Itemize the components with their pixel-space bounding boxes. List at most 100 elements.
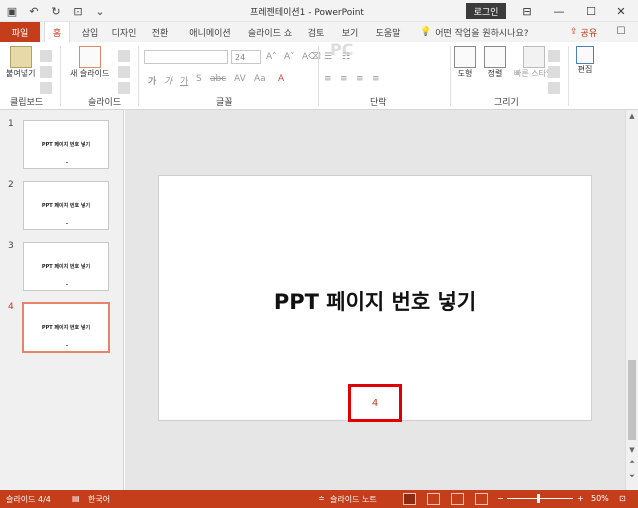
align-center-icon[interactable]: ≡ bbox=[340, 74, 348, 84]
tab-review[interactable]: 검토 bbox=[304, 22, 328, 42]
slide-page-number[interactable]: 4 bbox=[351, 398, 399, 409]
group-divider bbox=[568, 46, 569, 106]
zoom-slider[interactable] bbox=[507, 498, 573, 499]
shrink-font-icon[interactable]: A˅ bbox=[284, 52, 295, 62]
minimize-icon[interactable]: — bbox=[544, 0, 574, 22]
tab-help[interactable]: 도움말 bbox=[372, 22, 404, 42]
underline-icon[interactable]: 가 bbox=[180, 74, 188, 87]
proofing-icon[interactable]: ▤ bbox=[72, 494, 80, 503]
justify-icon[interactable]: ≡ bbox=[372, 74, 380, 84]
shape-fill-icon[interactable] bbox=[548, 50, 560, 62]
shapes-icon bbox=[454, 46, 476, 68]
slide-thumbnail-4[interactable]: PPT 페이지 번호 넣기 bbox=[22, 302, 110, 353]
font-name-combo[interactable] bbox=[144, 50, 228, 64]
customize-qat-icon[interactable]: ⌄ bbox=[92, 3, 108, 19]
strikethrough-icon[interactable]: abc bbox=[210, 74, 226, 84]
tab-view[interactable]: 보기 bbox=[338, 22, 362, 42]
share-button[interactable]: ⇪ 공유 bbox=[570, 22, 597, 42]
grow-font-icon[interactable]: A˄ bbox=[266, 52, 277, 62]
scroll-down-icon[interactable]: ▼ bbox=[626, 446, 638, 456]
tab-animations[interactable]: 애니메이션 bbox=[186, 22, 234, 42]
paste-button[interactable]: 붙여넣기 bbox=[6, 46, 35, 79]
slide-thumbnail-3[interactable]: PPT 페이지 번호 넣기 bbox=[23, 242, 109, 291]
slide-counter[interactable]: 슬라이드 4/4 bbox=[6, 494, 51, 505]
zoom-level[interactable]: 50% bbox=[591, 494, 609, 503]
tab-insert[interactable]: 삽입 bbox=[76, 22, 104, 42]
slide-thumbnail-1[interactable]: PPT 페이지 번호 넣기 bbox=[23, 120, 109, 169]
char-spacing-icon[interactable]: AV bbox=[234, 74, 246, 84]
scrollbar-thumb[interactable] bbox=[628, 360, 636, 440]
zoom-out-icon[interactable]: − bbox=[497, 494, 504, 503]
align-right-icon[interactable]: ≡ bbox=[356, 74, 364, 84]
vertical-scrollbar[interactable]: ▲ ▼ ⏶ ⏷ bbox=[625, 110, 638, 490]
ribbon-tabs: 파일 홈 삽입 디자인 전환 애니메이션 슬라이드 쇼 검토 보기 도움말 bbox=[0, 22, 638, 42]
layout-icon[interactable] bbox=[118, 50, 130, 62]
previous-slide-icon[interactable]: ⏶ bbox=[626, 458, 638, 468]
slideshow-view-icon[interactable] bbox=[475, 493, 488, 505]
tab-transitions[interactable]: 전환 bbox=[146, 22, 174, 42]
slide-title[interactable]: PPT 페이지 번호 넣기 bbox=[159, 286, 591, 316]
group-divider bbox=[318, 46, 319, 106]
font-color-icon[interactable]: A bbox=[278, 74, 284, 84]
format-painter-icon[interactable] bbox=[40, 82, 52, 94]
next-slide-icon[interactable]: ⏷ bbox=[626, 472, 638, 482]
fit-to-window-icon[interactable]: ⊡ bbox=[619, 494, 626, 503]
shape-outline-icon[interactable] bbox=[548, 66, 560, 78]
bold-icon[interactable]: 가 bbox=[148, 74, 156, 87]
share-icon: ⇪ bbox=[570, 27, 578, 37]
tab-home[interactable]: 홈 bbox=[44, 22, 70, 42]
thumbnail-number: 4 bbox=[8, 302, 14, 312]
group-divider bbox=[60, 46, 61, 106]
reset-icon[interactable] bbox=[118, 66, 130, 78]
normal-view-icon[interactable] bbox=[403, 493, 416, 505]
comments-icon[interactable]: ☐ bbox=[614, 24, 628, 38]
shape-effects-icon[interactable] bbox=[548, 82, 560, 94]
thumbnail-page-number-mark bbox=[66, 223, 68, 224]
start-slideshow-icon[interactable]: ⊡ bbox=[70, 3, 86, 19]
tab-design[interactable]: 디자인 bbox=[108, 22, 140, 42]
shadow-icon[interactable]: S bbox=[196, 74, 202, 84]
language-label[interactable]: 한국어 bbox=[88, 494, 110, 505]
shapes-button[interactable]: 도형 bbox=[454, 46, 476, 79]
tab-file[interactable]: 파일 bbox=[0, 22, 40, 42]
status-bar: 슬라이드 4/4 ▤ 한국어 ≐ 슬라이드 노트 − + 50% ⊡ bbox=[0, 490, 638, 508]
slide-thumbnail-2[interactable]: PPT 페이지 번호 넣기 bbox=[23, 181, 109, 230]
close-icon[interactable]: ✕ bbox=[606, 0, 636, 22]
zoom-slider-thumb[interactable] bbox=[537, 494, 540, 503]
group-divider bbox=[450, 46, 451, 106]
arrange-button[interactable]: 정렬 bbox=[484, 46, 506, 79]
copy-icon[interactable] bbox=[40, 66, 52, 78]
save-icon[interactable]: ▣ bbox=[4, 3, 20, 19]
notes-button[interactable]: 슬라이드 노트 bbox=[330, 494, 377, 505]
italic-icon[interactable]: 가 bbox=[164, 74, 172, 87]
undo-icon[interactable]: ↶ bbox=[26, 3, 42, 19]
align-left-icon[interactable]: ≡ bbox=[324, 74, 332, 84]
thumbnail-page-number-mark bbox=[66, 162, 68, 163]
font-size-combo[interactable]: 24 bbox=[231, 50, 261, 64]
paste-label: 붙여넣기 bbox=[6, 69, 36, 78]
reading-view-icon[interactable] bbox=[451, 493, 464, 505]
thumbnail-title: PPT 페이지 번호 넣기 bbox=[41, 325, 91, 331]
find-icon bbox=[576, 46, 594, 64]
clipboard-group-label: 클립보드 bbox=[10, 98, 44, 108]
current-slide[interactable]: PPT 페이지 번호 넣기 4 bbox=[158, 175, 592, 422]
maximize-icon[interactable]: ☐ bbox=[576, 0, 606, 22]
new-slide-button[interactable]: 새 슬라이드 bbox=[70, 46, 109, 79]
thumbnail-title: PPT 페이지 번호 넣기 bbox=[41, 203, 91, 209]
scroll-up-icon[interactable]: ▲ bbox=[626, 112, 638, 122]
editing-button[interactable]: 편집 bbox=[576, 46, 594, 75]
slide-sorter-icon[interactable] bbox=[427, 493, 440, 505]
login-button[interactable]: 로그인 bbox=[466, 3, 506, 19]
window-title: 프레젠테이션1 - PowerPoint bbox=[250, 8, 364, 18]
zoom-in-icon[interactable]: + bbox=[577, 494, 584, 503]
tell-me-search[interactable]: 💡 어떤 작업을 원하시나요? bbox=[420, 22, 529, 42]
tab-slideshow[interactable]: 슬라이드 쇼 bbox=[244, 22, 296, 42]
section-icon[interactable] bbox=[118, 82, 130, 94]
group-divider bbox=[138, 46, 139, 106]
ribbon-display-options-icon[interactable]: ⊟ bbox=[512, 0, 542, 22]
change-case-icon[interactable]: Aa bbox=[254, 74, 266, 84]
thumbnail-title: PPT 페이지 번호 넣기 bbox=[41, 264, 91, 270]
cut-icon[interactable] bbox=[40, 50, 52, 62]
arrange-label: 정렬 bbox=[487, 69, 503, 78]
redo-icon[interactable]: ↻ bbox=[48, 3, 64, 19]
